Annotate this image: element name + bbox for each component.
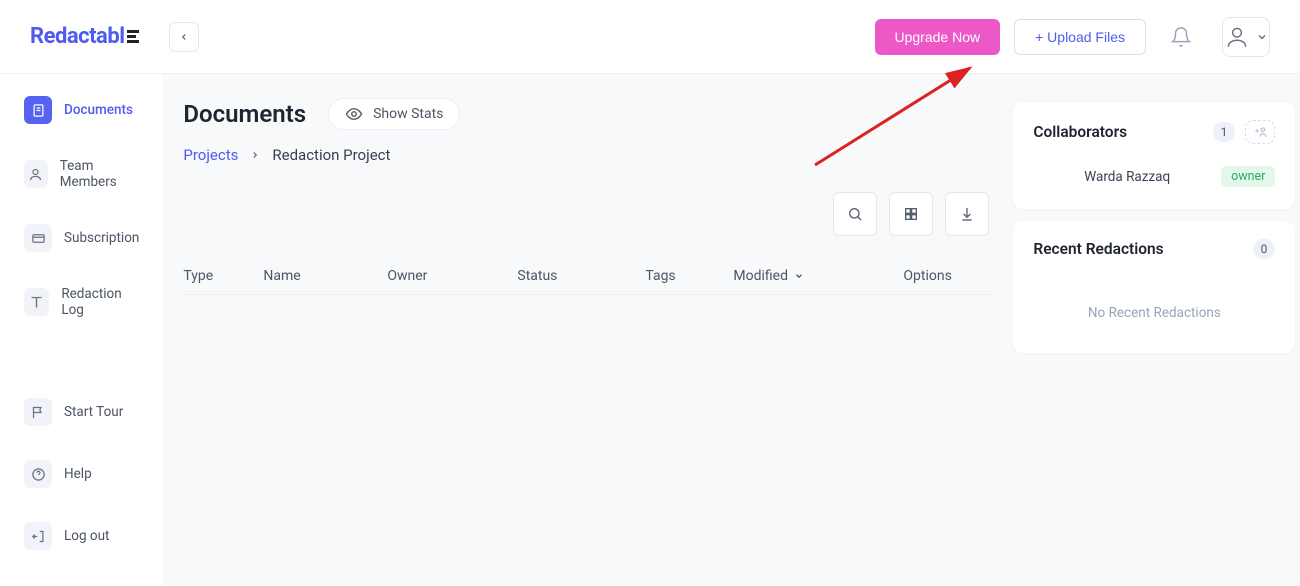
- top-header: Redactabl Upgrade Now + Upload Files: [0, 0, 1300, 74]
- page-title: Documents: [183, 100, 306, 128]
- collaborators-count-badge: 1: [1213, 122, 1236, 142]
- download-button[interactable]: [945, 192, 989, 236]
- sidebar-item-team-members[interactable]: Team Members: [14, 150, 149, 198]
- upgrade-button[interactable]: Upgrade Now: [875, 19, 1001, 55]
- collaborator-row: Warda Razzaq owner: [1033, 166, 1275, 187]
- sidebar: Documents Team Members Subscription Reda…: [0, 74, 163, 586]
- breadcrumb-projects-link[interactable]: Projects: [183, 146, 238, 164]
- breadcrumb-current: Redaction Project: [272, 146, 390, 164]
- col-tags[interactable]: Tags: [645, 268, 733, 284]
- recent-redactions-title: Recent Redactions: [1033, 240, 1242, 258]
- sidebar-item-label: Documents: [64, 102, 133, 118]
- download-icon: [959, 206, 975, 222]
- sidebar-item-help[interactable]: Help: [14, 452, 149, 496]
- collaborator-name: Warda Razzaq: [1033, 169, 1221, 185]
- chevron-down-icon: [794, 271, 804, 281]
- sidebar-item-label: Start Tour: [64, 404, 123, 420]
- avatar-icon: [1224, 24, 1250, 50]
- sidebar-item-label: Subscription: [64, 230, 139, 246]
- col-type[interactable]: Type: [183, 268, 263, 284]
- add-collaborator-button[interactable]: [1245, 120, 1275, 144]
- col-status[interactable]: Status: [517, 268, 645, 284]
- recent-redactions-panel: Recent Redactions 0 No Recent Redactions: [1013, 221, 1295, 353]
- card-icon: [31, 231, 46, 246]
- sidebar-item-label: Redaction Log: [61, 286, 139, 318]
- flag-icon: [31, 405, 46, 420]
- show-stats-label: Show Stats: [373, 106, 443, 122]
- sidebar-item-label: Help: [64, 466, 92, 482]
- sidebar-item-label: Team Members: [60, 158, 140, 190]
- account-menu[interactable]: [1222, 17, 1270, 57]
- sidebar-item-label: Log out: [64, 528, 109, 544]
- brand-logo: Redactabl: [30, 24, 139, 49]
- collaborator-role-badge: owner: [1221, 166, 1275, 187]
- recent-redactions-count-badge: 0: [1253, 239, 1276, 259]
- sidebar-item-logout[interactable]: Log out: [14, 514, 149, 558]
- chevron-down-icon: [1256, 31, 1268, 43]
- help-icon: [31, 467, 46, 482]
- sidebar-item-start-tour[interactable]: Start Tour: [14, 390, 149, 434]
- show-stats-button[interactable]: Show Stats: [328, 98, 460, 130]
- eye-icon: [345, 105, 363, 123]
- breadcrumb: Projects Redaction Project: [183, 146, 993, 164]
- upload-files-button[interactable]: + Upload Files: [1014, 19, 1146, 55]
- search-icon: [847, 206, 863, 222]
- document-icon: [31, 103, 46, 118]
- collapse-sidebar-button[interactable]: [169, 22, 199, 52]
- col-name[interactable]: Name: [263, 268, 387, 284]
- brand-bars-icon: [127, 30, 139, 43]
- col-modified-label: Modified: [733, 268, 788, 284]
- chevron-right-icon: [250, 150, 260, 160]
- collaborators-panel: Collaborators 1 Warda Razzaq owner: [1013, 102, 1295, 209]
- grid-icon: [903, 206, 919, 222]
- sidebar-item-documents[interactable]: Documents: [14, 88, 149, 132]
- add-user-icon: [1252, 125, 1268, 139]
- col-modified[interactable]: Modified: [733, 268, 903, 284]
- grid-view-button[interactable]: [889, 192, 933, 236]
- recent-redactions-empty: No Recent Redactions: [1033, 281, 1275, 331]
- user-icon: [28, 167, 43, 182]
- brand-text: Redactabl: [30, 24, 125, 49]
- col-owner[interactable]: Owner: [387, 268, 517, 284]
- logout-icon: [31, 529, 46, 544]
- table-header: Type Name Owner Status Tags Modified Opt…: [183, 258, 993, 295]
- col-options[interactable]: Options: [903, 268, 993, 284]
- collaborators-title: Collaborators: [1033, 123, 1202, 141]
- sidebar-item-redaction-log[interactable]: Redaction Log: [14, 278, 149, 326]
- search-button[interactable]: [833, 192, 877, 236]
- book-icon: [29, 295, 44, 310]
- sidebar-item-subscription[interactable]: Subscription: [14, 216, 149, 260]
- chevron-left-icon: [179, 32, 189, 42]
- notifications-bell-icon[interactable]: [1170, 26, 1192, 48]
